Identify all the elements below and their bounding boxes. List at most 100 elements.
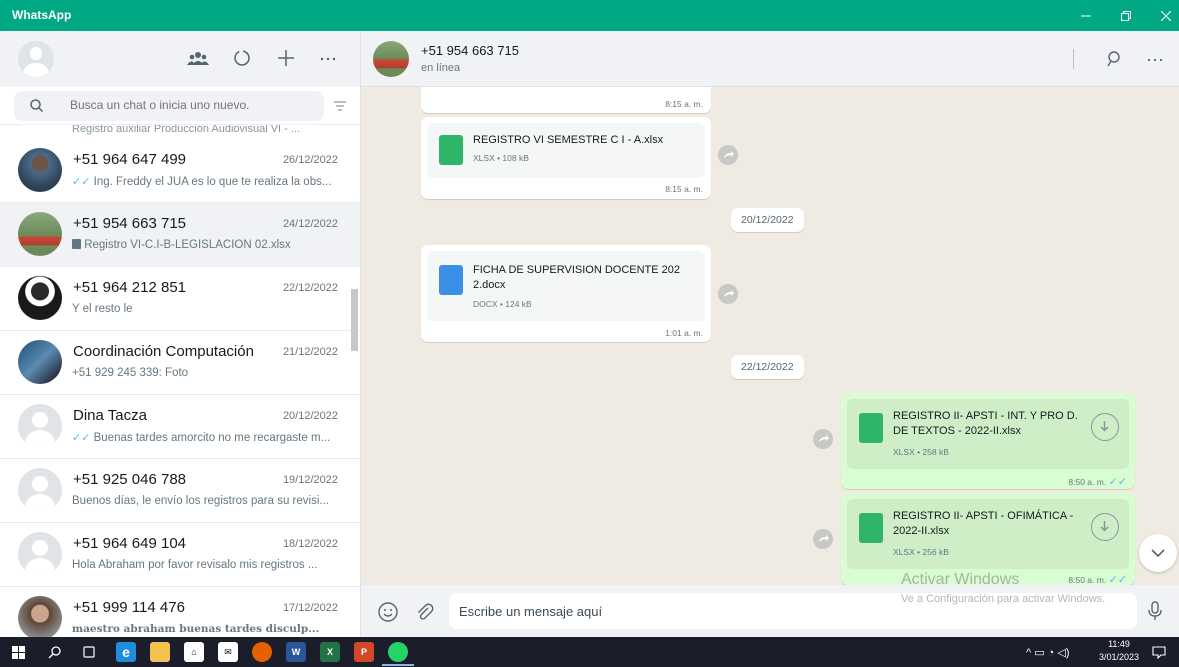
- chat-preview: Hola Abraham por favor revisalo mis regi…: [72, 559, 318, 571]
- document-attachment[interactable]: REGISTRO II- APSTI - OFIMÁTICA - 2022-II…: [847, 499, 1129, 569]
- communities-icon: [187, 52, 209, 65]
- search-icon[interactable]: [1106, 50, 1124, 68]
- document-attachment[interactable]: FICHA DE SUPERVISION DOCENTE 202 2.docx …: [427, 251, 705, 321]
- sidebar-menu-button[interactable]: [316, 47, 340, 71]
- chat-date: 26/12/2022: [282, 154, 338, 166]
- chat-item[interactable]: +51 964 649 104 18/12/2022 Hola Abraham …: [0, 523, 360, 587]
- document-attachment[interactable]: REGISTRO II- APSTI - INT. Y PRO D. DE TE…: [847, 399, 1129, 469]
- spreadsheet-icon: [859, 413, 883, 443]
- tray-icons[interactable]: ^ ▭ ◔ ◁): [1026, 646, 1070, 659]
- chat-name: +51 999 114 476: [73, 599, 185, 616]
- message-bubble-outgoing[interactable]: REGISTRO II- APSTI - INT. Y PRO D. DE TE…: [841, 393, 1135, 489]
- chat-item-partial[interactable]: Registro auxiliar Producción Audiovisual…: [0, 125, 360, 139]
- task-view-icon[interactable]: [82, 645, 96, 659]
- app-title: WhatsApp: [12, 8, 72, 22]
- search-box[interactable]: [14, 91, 324, 121]
- active-app-indicator: [382, 664, 414, 666]
- excel-icon[interactable]: X: [320, 642, 340, 662]
- file-explorer-icon[interactable]: [150, 642, 170, 662]
- attach-icon[interactable]: [413, 601, 435, 623]
- chat-preview: Registro VI-C.I-B-LEGISLACION 02.xlsx: [84, 239, 291, 251]
- mail-icon[interactable]: ✉: [218, 642, 238, 662]
- chat-item[interactable]: +51 999 114 476 17/12/2022 maestro abrah…: [0, 587, 360, 637]
- chat-name: Coordinación Computación: [73, 343, 254, 360]
- spreadsheet-icon: [439, 135, 463, 165]
- message-bubble-incoming[interactable]: REGISTRO VI SEMESTRE C I - A.xlsx XLSX •…: [421, 117, 711, 199]
- close-button[interactable]: [1146, 0, 1179, 31]
- word-icon[interactable]: W: [286, 642, 306, 662]
- contact-avatar: [18, 276, 62, 320]
- chat-name: +51 964 212 851: [73, 279, 187, 296]
- read-ticks-icon: ✓✓: [1108, 574, 1127, 585]
- powerpoint-icon[interactable]: P: [354, 642, 374, 662]
- chat-preview: Ing. Freddy el JUA es lo que te realiza …: [93, 176, 332, 188]
- emoji-icon[interactable]: [377, 601, 399, 623]
- chat-date: 17/12/2022: [282, 602, 338, 614]
- document-name: REGISTRO VI SEMESTRE C I - A.xlsx: [473, 134, 664, 146]
- windows-start-icon[interactable]: [12, 646, 25, 659]
- date-separator: 22/12/2022: [731, 355, 804, 379]
- read-ticks-icon: ✓✓: [1108, 476, 1127, 488]
- chat-item-selected[interactable]: +51 954 663 715 24/12/2022 Registro VI-C…: [0, 203, 360, 267]
- document-meta: XLSX • 108 kB: [473, 153, 529, 163]
- microphone-icon[interactable]: [1145, 599, 1165, 623]
- clock-date[interactable]: 3/01/2023: [1094, 652, 1144, 662]
- message-time-row: 8:50 a. m. ✓✓: [1068, 573, 1127, 585]
- forward-button[interactable]: [718, 284, 738, 304]
- download-icon: [1100, 421, 1109, 432]
- forward-button[interactable]: [813, 529, 833, 549]
- chat-item[interactable]: +51 964 212 851 22/12/2022 Y el resto le: [0, 267, 360, 331]
- firefox-icon[interactable]: [252, 642, 272, 662]
- chat-item[interactable]: Coordinación Computación 21/12/2022 +51 …: [0, 331, 360, 395]
- chat-preview-row: Registro VI-C.I-B-LEGISLACION 02.xlsx: [72, 239, 342, 251]
- document-icon: [72, 239, 81, 249]
- document-name: FICHA DE SUPERVISION DOCENTE 202 2.docx: [473, 264, 681, 291]
- search-input[interactable]: [70, 98, 310, 112]
- edge-icon[interactable]: e: [116, 642, 136, 662]
- chat-date: 22/12/2022: [282, 282, 338, 294]
- notifications-icon[interactable]: [1152, 645, 1166, 659]
- download-icon: [1100, 521, 1109, 532]
- filter-icon[interactable]: [332, 98, 348, 114]
- clock-time[interactable]: 11:49: [1098, 639, 1140, 649]
- chat-item[interactable]: +51 964 647 499 26/12/2022 ✓✓ Ing. Fredd…: [0, 139, 360, 203]
- download-button[interactable]: [1091, 513, 1119, 541]
- minimize-button[interactable]: [1066, 0, 1106, 31]
- chat-list-scrollbar[interactable]: [351, 289, 358, 351]
- chat-preview: Buenas tardes amorcito no me recargaste …: [93, 432, 331, 444]
- chat-preview: maestro abraham buenas tardes disculp...: [72, 623, 320, 635]
- forward-icon: [724, 151, 734, 158]
- store-icon[interactable]: ⌂: [184, 642, 204, 662]
- document-meta: XLSX • 256 kB: [893, 547, 949, 557]
- conversation-panel: +51 954 663 715 en línea 8:15 a. m. REGI…: [361, 31, 1179, 637]
- forward-button[interactable]: [813, 429, 833, 449]
- profile-avatar[interactable]: [18, 41, 54, 77]
- restore-button[interactable]: [1106, 0, 1146, 31]
- whatsapp-icon[interactable]: [388, 642, 408, 662]
- chat-name: +51 964 649 104: [73, 535, 187, 552]
- message-bubble-incoming[interactable]: FICHA DE SUPERVISION DOCENTE 202 2.docx …: [421, 245, 711, 342]
- forward-button[interactable]: [718, 145, 738, 165]
- chat-item[interactable]: +51 925 046 788 19/12/2022 Buenos días, …: [0, 459, 360, 523]
- document-icon: [439, 265, 463, 295]
- chat-item[interactable]: Dina Tacza 20/12/2022 ✓✓ Buenas tardes a…: [0, 395, 360, 459]
- contact-avatar: [18, 212, 62, 256]
- message-bubble-incoming[interactable]: 8:15 a. m.: [421, 87, 711, 113]
- contact-avatar[interactable]: [373, 41, 409, 77]
- document-name: REGISTRO II- APSTI - INT. Y PRO D. DE TE…: [893, 410, 1078, 437]
- chat-preview-row: ✓✓ Ing. Freddy el JUA es lo que te reali…: [72, 175, 342, 188]
- conversation-header[interactable]: +51 954 663 715 en línea: [361, 31, 1179, 87]
- more-horizontal-icon[interactable]: [1146, 50, 1164, 68]
- chat-date: 24/12/2022: [282, 218, 338, 230]
- search-icon[interactable]: [48, 645, 62, 659]
- new-chat-button[interactable]: [274, 47, 298, 71]
- close-icon: [1161, 10, 1171, 21]
- scroll-down-button[interactable]: [1139, 534, 1177, 572]
- communities-button[interactable]: [186, 47, 210, 71]
- plus-icon: [278, 50, 294, 66]
- document-name: REGISTRO II- APSTI - OFIMÁTICA - 2022-II…: [893, 510, 1074, 537]
- document-attachment[interactable]: REGISTRO VI SEMESTRE C I - A.xlsx XLSX •…: [427, 123, 705, 178]
- download-button[interactable]: [1091, 413, 1119, 441]
- status-button[interactable]: [230, 47, 254, 71]
- chat-preview-row: ✓✓ Buenas tardes amorcito no me recargas…: [72, 431, 342, 444]
